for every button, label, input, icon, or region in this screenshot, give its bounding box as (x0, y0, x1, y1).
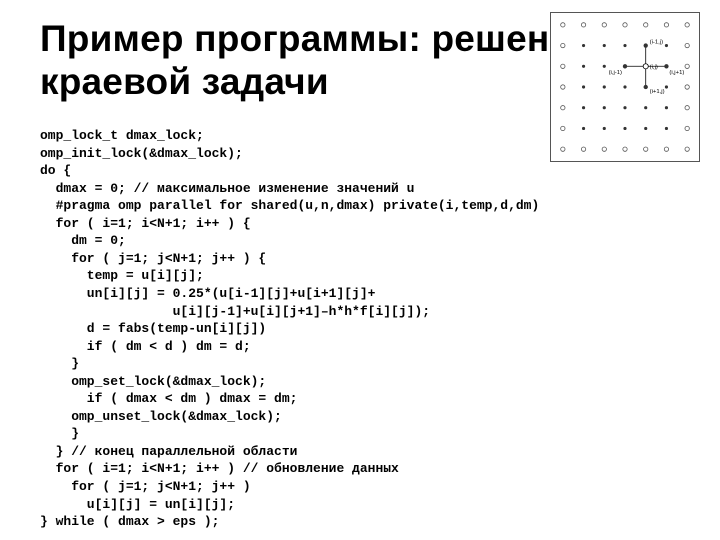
slide: (i,j)(i-1,j)(i+1,j)(i,j-1)(i,j+1) Пример… (0, 0, 720, 540)
stencil-diagram: (i,j) (i-1,j) (i+1,j) (i,j-1) (i,j+1) (550, 12, 700, 162)
code-block: omp_lock_t dmax_lock; omp_init_lock(&dma… (40, 127, 680, 531)
svg-text:(i+1,j): (i+1,j) (650, 89, 665, 95)
svg-text:(i,j-1): (i,j-1) (609, 70, 622, 76)
stencil-svg: (i,j) (i-1,j) (i+1,j) (i,j-1) (i,j+1) (551, 13, 699, 161)
svg-text:(i,j): (i,j) (650, 64, 658, 70)
svg-text:(i,j+1): (i,j+1) (669, 70, 684, 76)
svg-text:(i-1,j): (i-1,j) (650, 40, 663, 46)
